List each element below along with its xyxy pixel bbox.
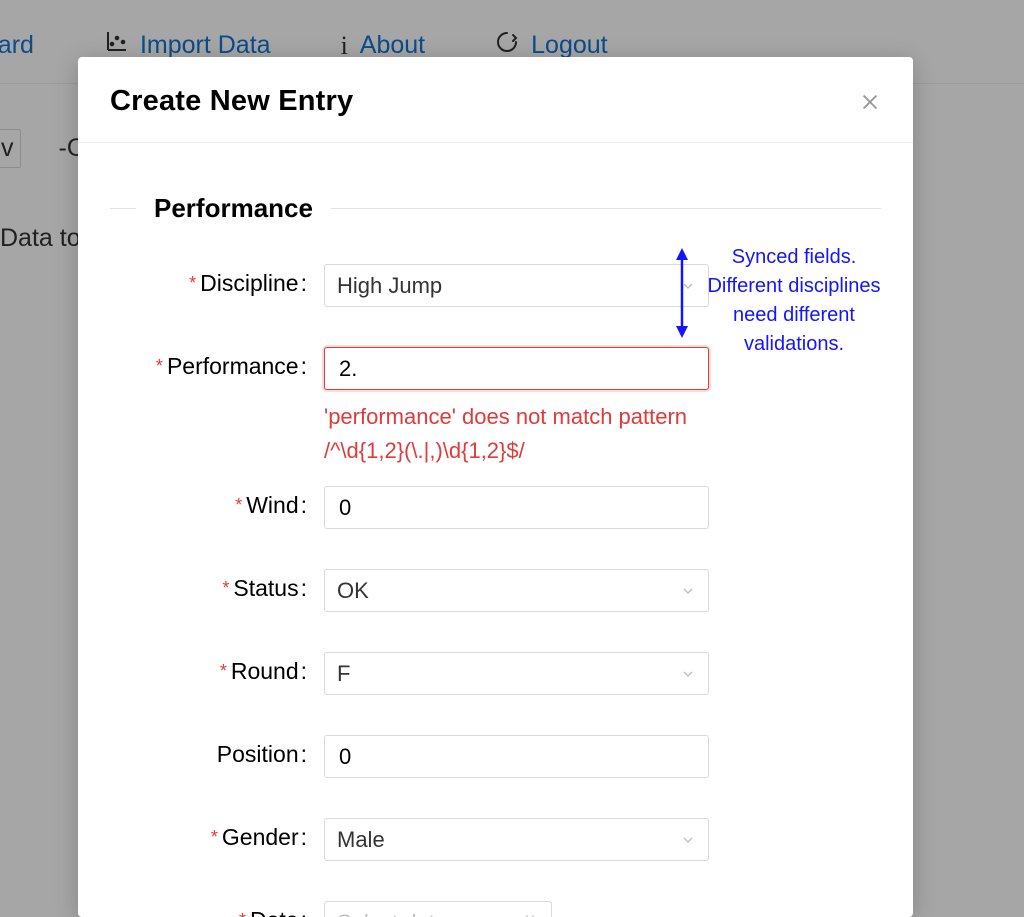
annotation-arrow <box>672 248 692 343</box>
performance-input[interactable] <box>337 355 696 383</box>
performance-error: 'performance' does not match pattern /^\… <box>324 400 719 468</box>
status-value: OK <box>337 578 369 604</box>
modal-title: Create New Entry <box>110 85 353 118</box>
required-icon: * <box>211 827 218 847</box>
required-icon: * <box>222 578 229 598</box>
discipline-value: High Jump <box>337 273 442 299</box>
discipline-select[interactable]: High Jump <box>324 264 709 307</box>
date-placeholder: Select date <box>337 910 447 917</box>
row-position: Position: <box>110 735 881 778</box>
chevron-down-icon <box>680 583 696 599</box>
label-performance: *Performance: <box>110 347 310 380</box>
performance-input-wrap <box>324 347 709 390</box>
close-icon <box>859 91 881 113</box>
date-picker[interactable]: Select date <box>324 901 552 917</box>
divider <box>331 208 881 209</box>
row-wind: *Wind: <box>110 486 881 529</box>
status-select[interactable]: OK <box>324 569 709 612</box>
required-icon: * <box>220 661 227 681</box>
label-status: *Status: <box>110 569 310 602</box>
section-legend: Performance <box>110 193 881 224</box>
round-value: F <box>337 661 350 687</box>
position-input-wrap <box>324 735 709 778</box>
round-select[interactable]: F <box>324 652 709 695</box>
chevron-down-icon <box>680 666 696 682</box>
wind-input-wrap <box>324 486 709 529</box>
annotation-text: Synced fields. Different disciplines nee… <box>694 243 894 359</box>
label-position: Position: <box>110 735 310 768</box>
required-icon: * <box>235 495 242 515</box>
chevron-down-icon <box>680 832 696 848</box>
modal-header: Create New Entry <box>78 57 913 143</box>
label-gender: *Gender: <box>110 818 310 851</box>
row-status: *Status: OK <box>110 569 881 612</box>
modal-body: Performance *Discipline: High Jump *Perf… <box>78 143 913 917</box>
gender-select[interactable]: Male <box>324 818 709 861</box>
label-wind: *Wind: <box>110 486 310 519</box>
gender-value: Male <box>337 827 385 853</box>
wind-input[interactable] <box>337 494 696 522</box>
section-title: Performance <box>154 193 313 224</box>
row-round: *Round: F <box>110 652 881 695</box>
label-date: *Date: <box>110 901 310 917</box>
required-icon: * <box>189 273 196 293</box>
label-discipline: *Discipline: <box>110 264 310 297</box>
row-date: *Date: Select date <box>110 901 881 917</box>
close-button[interactable] <box>859 91 881 113</box>
create-entry-modal: Create New Entry Performance *Discipline… <box>78 57 913 917</box>
divider <box>110 208 136 209</box>
row-gender: *Gender: Male <box>110 818 881 861</box>
required-icon: * <box>239 910 246 917</box>
label-round: *Round: <box>110 652 310 685</box>
required-icon: * <box>156 356 163 376</box>
position-input[interactable] <box>337 743 696 771</box>
